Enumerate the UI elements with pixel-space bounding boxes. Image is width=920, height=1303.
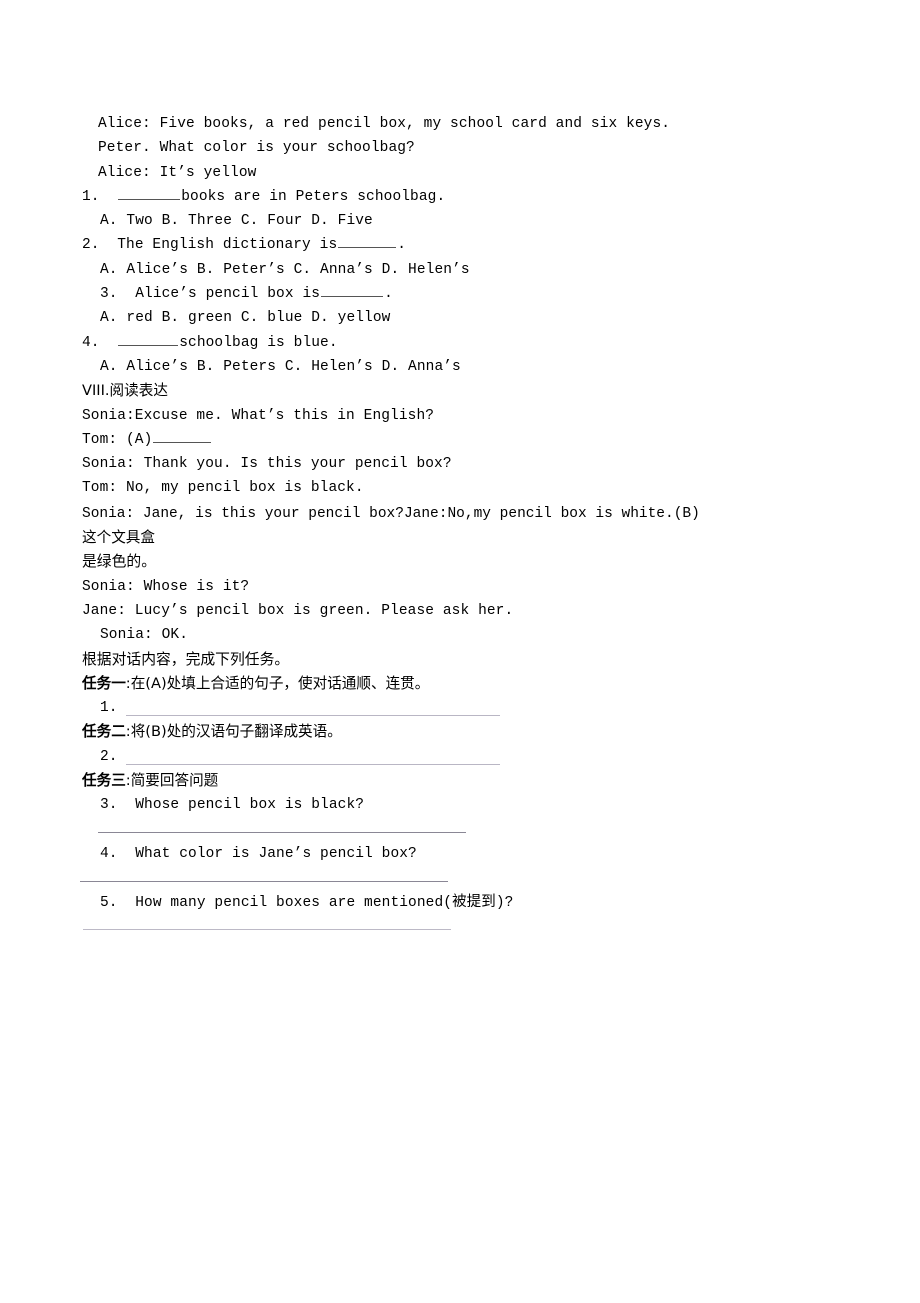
task-three-heading: 任务三:简要回答问题 [82, 769, 838, 793]
task-one-heading: 任务一:在(A)处填上合适的句子，使对话通顺、连贯。 [82, 672, 838, 696]
dialogue-line-sonia-1: Sonia:Excuse me. What’s this in English? [82, 407, 435, 424]
dialogue-line-tom-1: Tom: (A) [82, 428, 838, 452]
question-4-stem: 4. schoolbag is blue. [82, 331, 838, 355]
question-3-stem: 3. Alice’s pencil box is. [82, 282, 838, 306]
question-1-options[interactable]: A. Two B. Three C. Four D. Five [82, 209, 838, 233]
dialogue-sonia-jane-latin: Sonia: Jane, is this your pencil box?Jan… [82, 505, 700, 522]
dialogue-line-sonia-2: Sonia: Thank you. Is this your pencil bo… [82, 456, 452, 473]
answer-row-2: 2. [82, 745, 838, 769]
short-answer-question-4: 4. What color is Jane’s pencil box? [82, 842, 838, 866]
question-2-period: . [397, 237, 407, 254]
short-answer-3-text: Whose pencil box is black? [135, 797, 365, 814]
short-answer-4-number: 4. [100, 845, 118, 862]
question-3-options[interactable]: A. red B. green C. blue D. yellow [82, 306, 838, 330]
short-answer-5-number: 5. [100, 894, 118, 911]
section-heading-reading: VIII.阅读表达 [82, 382, 168, 400]
dialogue-line-alice-2: Alice: It’s yellow [98, 164, 257, 181]
dialogue-line-han-wrap: 是绿色的。 [82, 553, 156, 571]
worksheet-content: Alice: Five books, a red pencil box, my … [80, 112, 838, 939]
answer-2-rule[interactable] [126, 764, 500, 766]
instruction-intro: 根据对话内容，完成下列任务。 [82, 650, 290, 668]
short-answer-5-text: How many pencil boxes are mentioned(被提到)… [135, 894, 514, 911]
dialogue-line-sonia-jane-mixed: Sonia: Jane, is this your pencil box?Jan… [82, 501, 838, 551]
short-answer-3-number: 3. [100, 797, 118, 814]
dialogue-blank-a[interactable] [153, 429, 212, 443]
short-answer-3-rule-row [82, 818, 838, 842]
question-4-blank[interactable] [118, 332, 179, 346]
dialogue-line-sonia-4: Sonia: OK. [100, 627, 189, 644]
question-3-number: 3. [100, 286, 118, 303]
short-answer-5-rule[interactable] [83, 929, 451, 931]
question-2-stem: 2. The English dictionary is. [82, 233, 838, 257]
answer-1-number: 1. [100, 700, 118, 717]
task-one-body: :在(A)处填上合适的句子，使对话通顺、连贯。 [125, 674, 430, 692]
short-answer-4-text: What color is Jane’s pencil box? [135, 845, 417, 862]
question-3-period: . [384, 286, 393, 303]
question-2-number: 2. [82, 237, 100, 254]
question-1-text: books are in Peters schoolbag. [181, 188, 446, 205]
dialogue-line-jane-1: Jane: Lucy’s pencil box is green. Please… [82, 602, 514, 619]
dialogue-sonia-jane-han: 这个文具盒 [82, 529, 155, 547]
question-2-options[interactable]: A. Alice’s B. Peter’s C. Anna’s D. Helen… [82, 258, 838, 282]
question-4-options[interactable]: A. Alice’s B. Peters C. Helen’s D. Anna’… [82, 355, 838, 379]
short-answer-question-3: 3. Whose pencil box is black? [82, 793, 838, 817]
dialogue-line-sonia-3: Sonia: Whose is it? [82, 578, 250, 595]
question-3-blank[interactable] [321, 283, 384, 298]
question-3-text: Alice’s pencil box is [135, 286, 321, 303]
task-three-label: 任务三 [82, 772, 126, 790]
task-two-body: :将(B)处的汉语句子翻译成英语。 [125, 723, 342, 741]
answer-row-1: 1. [82, 696, 838, 720]
question-2-text: The English dictionary is [117, 237, 338, 254]
dialogue-line-peter-1: Peter. What color is your schoolbag? [98, 140, 415, 157]
dialogue-line-alice-1: Alice: Five books, a red pencil box, my … [98, 116, 671, 132]
question-1-blank[interactable] [118, 186, 181, 200]
question-2-blank[interactable] [338, 234, 397, 249]
short-answer-3-rule[interactable] [98, 831, 466, 833]
short-answer-4-rule-row [80, 866, 838, 890]
task-three-body: :简要回答问题 [125, 772, 219, 790]
task-two-heading: 任务二:将(B)处的汉语句子翻译成英语。 [82, 720, 838, 744]
question-1-number: 1. [82, 188, 100, 205]
answer-1-rule[interactable] [126, 715, 500, 717]
dialogue-tom-a-label: Tom: (A) [82, 431, 153, 448]
question-4-text: schoolbag is blue. [179, 334, 338, 351]
short-answer-5-rule-row [82, 915, 838, 939]
question-4-number: 4. [82, 334, 100, 351]
worksheet-page: Alice: Five books, a red pencil box, my … [0, 0, 920, 1303]
answer-2-number: 2. [100, 748, 118, 765]
task-one-label: 任务一 [82, 674, 126, 692]
short-answer-question-5: 5. How many pencil boxes are mentioned(被… [82, 891, 838, 915]
task-two-label: 任务二 [82, 723, 126, 741]
short-answer-4-rule[interactable] [80, 880, 448, 882]
dialogue-line-tom-2: Tom: No, my pencil box is black. [82, 480, 364, 497]
question-1-stem: 1. books are in Peters schoolbag. [82, 185, 838, 209]
